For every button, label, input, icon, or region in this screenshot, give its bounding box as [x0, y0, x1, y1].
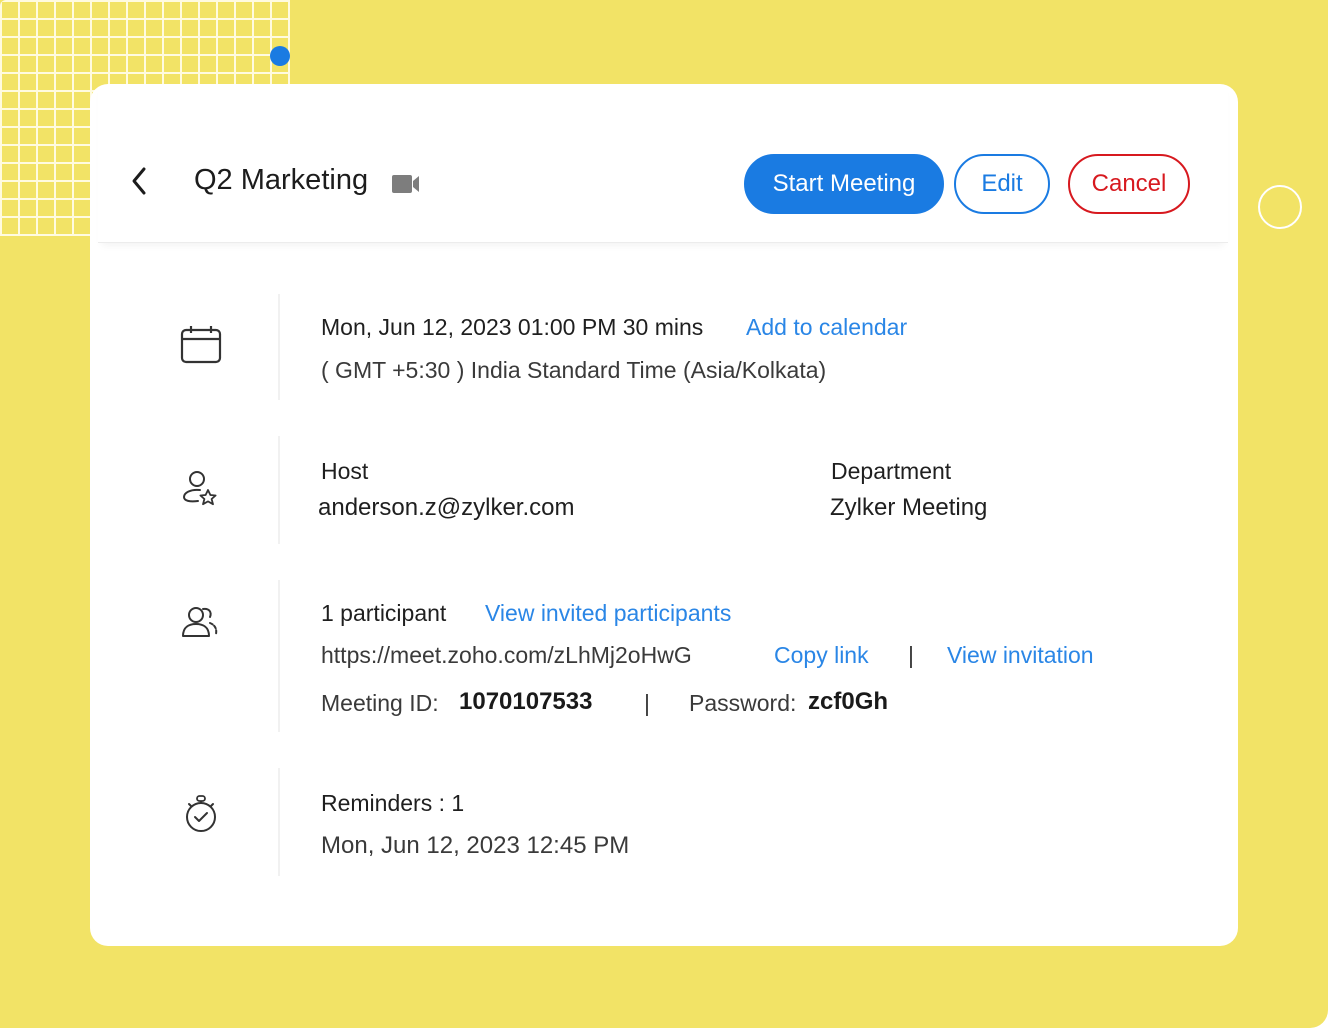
meeting-header: Q2 Marketing Start Meeting Edit Cancel	[98, 84, 1228, 243]
divider	[278, 436, 280, 544]
participants-section: 1 participant View invited participants …	[90, 580, 1238, 732]
separator: |	[644, 690, 650, 716]
meeting-details-card: Q2 Marketing Start Meeting Edit Cancel M…	[90, 84, 1238, 946]
participants-icon	[178, 600, 224, 646]
participant-count: 1 participant	[321, 600, 447, 626]
back-button[interactable]	[130, 166, 150, 196]
separator: |	[908, 642, 914, 668]
password-label: Password:	[689, 690, 797, 716]
department-label: Department	[831, 458, 952, 484]
copy-link-button[interactable]: Copy link	[774, 642, 869, 669]
host-label: Host	[321, 458, 369, 484]
view-invitation-link[interactable]: View invitation	[947, 642, 1094, 669]
reminders-section: Reminders : 1 Mon, Jun 12, 2023 12:45 PM	[90, 768, 1238, 876]
edit-button[interactable]: Edit	[954, 154, 1050, 214]
divider	[278, 294, 280, 400]
meeting-link: https://meet.zoho.com/zLhMj2oHwG	[321, 642, 692, 668]
department-value: Zylker Meeting	[830, 494, 988, 521]
chevron-left-icon	[132, 167, 146, 195]
add-to-calendar-link[interactable]: Add to calendar	[746, 314, 907, 341]
decorative-blue-dot	[270, 46, 290, 66]
start-meeting-button[interactable]: Start Meeting	[744, 154, 944, 214]
reminder-time: Mon, Jun 12, 2023 12:45 PM	[321, 832, 630, 859]
reminders-label: Reminders : 1	[321, 790, 465, 816]
divider	[278, 768, 280, 876]
video-camera-icon	[392, 174, 420, 194]
password-value: zcf0Gh	[808, 688, 888, 716]
decorative-ring	[1258, 185, 1302, 229]
meeting-id-value: 1070107533	[459, 688, 592, 716]
host-email: anderson.z@zylker.com	[318, 494, 575, 521]
stopwatch-icon	[178, 790, 224, 836]
meeting-id: 1070107533	[459, 688, 593, 715]
meeting-title: Q2 Marketing	[194, 164, 369, 196]
divider	[278, 580, 280, 732]
meeting-datetime: Mon, Jun 12, 2023 01:00 PM 30 mins	[321, 314, 704, 340]
schedule-section: Mon, Jun 12, 2023 01:00 PM 30 mins Add t…	[90, 294, 1238, 400]
cancel-button[interactable]: Cancel	[1068, 154, 1190, 214]
host-section: Host anderson.z@zylker.com Department Zy…	[90, 436, 1238, 544]
calendar-icon	[178, 322, 224, 368]
meeting-timezone: ( GMT +5:30 ) India Standard Time (Asia/…	[321, 357, 827, 383]
meeting-id-label: Meeting ID:	[321, 690, 439, 716]
view-invited-participants-link[interactable]: View invited participants	[485, 600, 731, 627]
host-user-star-icon	[178, 466, 224, 512]
password: zcf0Gh	[808, 688, 889, 715]
